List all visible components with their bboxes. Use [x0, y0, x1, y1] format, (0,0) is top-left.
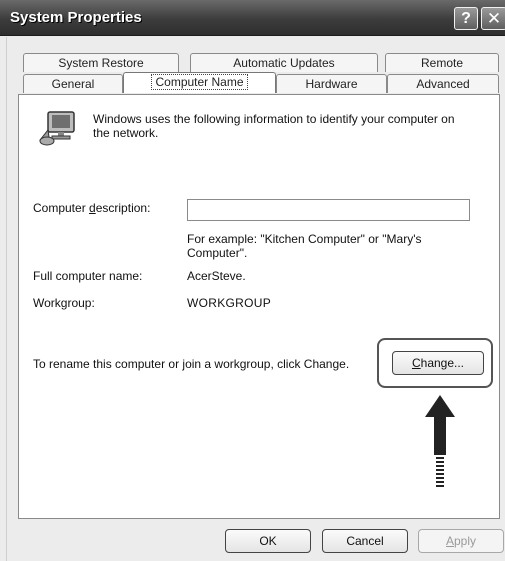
help-icon: ?	[461, 10, 471, 27]
change-button[interactable]: Change...	[392, 351, 484, 375]
help-button[interactable]: ?	[454, 7, 478, 30]
tab-hardware[interactable]: Hardware	[276, 74, 387, 93]
tab-label: Automatic Updates	[233, 56, 335, 70]
tab-computer-name[interactable]: Computer Name	[123, 72, 276, 93]
full-computer-name-value: AcerSteve.	[187, 269, 246, 283]
tab-remote[interactable]: Remote	[385, 53, 499, 72]
workgroup-value: WORKGROUP	[187, 296, 272, 310]
tab-label: System Restore	[58, 56, 144, 70]
close-button[interactable]: ✕	[481, 7, 505, 30]
rename-instructions: To rename this computer or join a workgr…	[33, 357, 350, 371]
cancel-button[interactable]: Cancel	[322, 529, 408, 553]
tab-automatic-updates[interactable]: Automatic Updates	[190, 53, 378, 72]
apply-button[interactable]: Apply	[418, 529, 504, 553]
full-computer-name-label: Full computer name:	[33, 269, 143, 283]
dialog-client-area: System Restore Automatic Updates Remote …	[6, 37, 505, 561]
tab-system-restore[interactable]: System Restore	[23, 53, 179, 72]
tab-label: Computer Name	[151, 74, 248, 90]
ok-button[interactable]: OK	[225, 529, 311, 553]
intro-text: Windows uses the following information t…	[93, 112, 455, 140]
computer-name-panel: Windows uses the following information t…	[18, 94, 500, 519]
tab-label: Hardware	[305, 77, 358, 91]
tab-advanced[interactable]: Advanced	[387, 74, 499, 93]
tab-label: Remote	[420, 56, 464, 70]
tab-general[interactable]: General	[23, 74, 123, 93]
computer-description-label: Computer description:	[33, 201, 151, 215]
computer-network-icon	[39, 111, 75, 146]
window-title: System Properties	[10, 9, 142, 26]
example-hint: For example: "Kitchen Computer" or "Mary…	[187, 232, 422, 260]
tab-label: Advanced	[416, 77, 470, 91]
computer-description-input[interactable]	[187, 199, 470, 221]
close-icon: ✕	[486, 9, 502, 28]
system-properties-window: System Properties ? ✕ System Restore Aut…	[0, 0, 505, 561]
workgroup-label: Workgroup:	[33, 296, 95, 310]
tab-label: General	[51, 77, 95, 91]
title-bar[interactable]: System Properties ? ✕	[0, 0, 505, 36]
arrow-up-icon	[425, 395, 455, 487]
